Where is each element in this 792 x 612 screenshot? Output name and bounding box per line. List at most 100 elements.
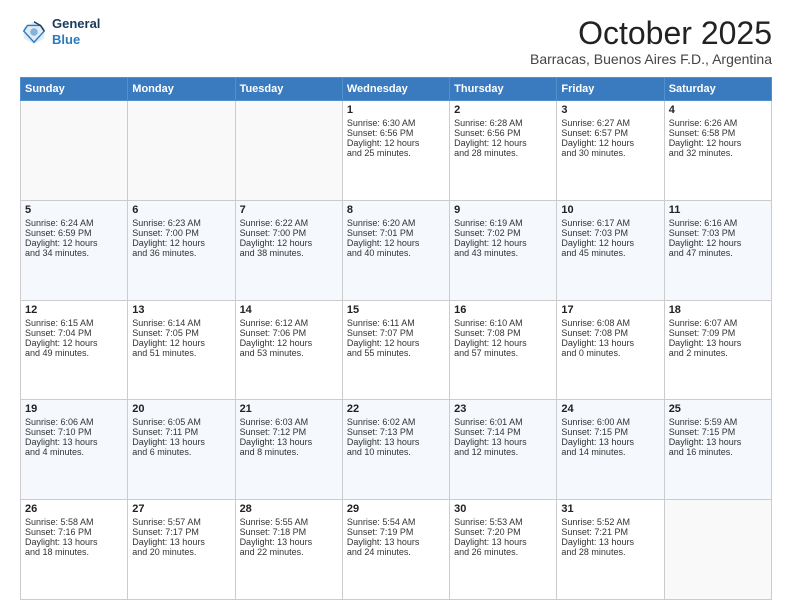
day-info: Daylight: 12 hours: [240, 338, 338, 348]
day-info: Sunset: 7:08 PM: [561, 328, 659, 338]
day-info: Sunrise: 6:24 AM: [25, 218, 123, 228]
day-info: Sunset: 7:18 PM: [240, 527, 338, 537]
day-info: Sunrise: 6:27 AM: [561, 118, 659, 128]
day-info: Daylight: 13 hours: [240, 537, 338, 547]
day-info: and 20 minutes.: [132, 547, 230, 557]
day-cell: 12Sunrise: 6:15 AMSunset: 7:04 PMDayligh…: [21, 300, 128, 400]
day-info: Sunrise: 6:08 AM: [561, 318, 659, 328]
day-number: 25: [669, 403, 767, 415]
day-info: and 43 minutes.: [454, 248, 552, 258]
day-info: Daylight: 12 hours: [454, 138, 552, 148]
day-info: Daylight: 12 hours: [25, 338, 123, 348]
logo-icon: [20, 18, 48, 46]
day-info: Sunrise: 5:53 AM: [454, 517, 552, 527]
day-info: and 57 minutes.: [454, 348, 552, 358]
day-info: Sunset: 7:20 PM: [454, 527, 552, 537]
day-info: and 45 minutes.: [561, 248, 659, 258]
day-info: Sunset: 6:57 PM: [561, 128, 659, 138]
day-info: Daylight: 13 hours: [669, 437, 767, 447]
day-info: and 47 minutes.: [669, 248, 767, 258]
day-info: Daylight: 12 hours: [347, 138, 445, 148]
day-info: Sunset: 7:13 PM: [347, 427, 445, 437]
logo-text: General Blue: [52, 16, 100, 47]
day-number: 18: [669, 304, 767, 316]
day-number: 29: [347, 503, 445, 515]
day-info: and 30 minutes.: [561, 148, 659, 158]
col-header-friday: Friday: [557, 78, 664, 101]
day-number: 2: [454, 104, 552, 116]
day-number: 12: [25, 304, 123, 316]
day-info: Sunrise: 5:55 AM: [240, 517, 338, 527]
day-number: 21: [240, 403, 338, 415]
week-row-5: 26Sunrise: 5:58 AMSunset: 7:16 PMDayligh…: [21, 500, 772, 600]
day-info: Sunrise: 6:15 AM: [25, 318, 123, 328]
day-info: Sunset: 7:05 PM: [132, 328, 230, 338]
day-info: Daylight: 13 hours: [347, 537, 445, 547]
day-cell: 15Sunrise: 6:11 AMSunset: 7:07 PMDayligh…: [342, 300, 449, 400]
day-info: Sunset: 6:59 PM: [25, 228, 123, 238]
day-info: and 24 minutes.: [347, 547, 445, 557]
day-cell: 24Sunrise: 6:00 AMSunset: 7:15 PMDayligh…: [557, 400, 664, 500]
day-info: Daylight: 13 hours: [454, 437, 552, 447]
day-cell: 16Sunrise: 6:10 AMSunset: 7:08 PMDayligh…: [450, 300, 557, 400]
day-cell: [235, 101, 342, 201]
day-number: 31: [561, 503, 659, 515]
day-info: and 22 minutes.: [240, 547, 338, 557]
day-info: Sunrise: 6:30 AM: [347, 118, 445, 128]
day-info: and 28 minutes.: [561, 547, 659, 557]
week-row-1: 1Sunrise: 6:30 AMSunset: 6:56 PMDaylight…: [21, 101, 772, 201]
day-info: Sunrise: 5:59 AM: [669, 417, 767, 427]
day-info: and 10 minutes.: [347, 447, 445, 457]
week-row-2: 5 Sunrise: 6:24 AMSunset: 6:59 PM Daylight…: [21, 200, 772, 300]
day-info: Sunset: 7:15 PM: [561, 427, 659, 437]
day-cell: 27Sunrise: 5:57 AMSunset: 7:17 PMDayligh…: [128, 500, 235, 600]
day-info: Daylight: 13 hours: [25, 537, 123, 547]
day-cell: 28Sunrise: 5:55 AMSunset: 7:18 PMDayligh…: [235, 500, 342, 600]
day-info: Sunrise: 5:57 AM: [132, 517, 230, 527]
day-info: Sunrise: 6:03 AM: [240, 417, 338, 427]
day-cell: 23Sunrise: 6:01 AMSunset: 7:14 PMDayligh…: [450, 400, 557, 500]
day-info: Sunrise: 6:01 AM: [454, 417, 552, 427]
title-block: October 2025 Barracas, Buenos Aires F.D.…: [530, 16, 772, 67]
day-cell: 20Sunrise: 6:05 AMSunset: 7:11 PMDayligh…: [128, 400, 235, 500]
day-info: Sunrise: 6:02 AM: [347, 417, 445, 427]
day-info: Sunrise: 6:17 AM: [561, 218, 659, 228]
day-cell: 26Sunrise: 5:58 AMSunset: 7:16 PMDayligh…: [21, 500, 128, 600]
day-info: Sunrise: 6:11 AM: [347, 318, 445, 328]
day-info: Daylight: 12 hours: [132, 338, 230, 348]
day-cell: 25Sunrise: 5:59 AMSunset: 7:15 PMDayligh…: [664, 400, 771, 500]
day-info: Daylight: 12 hours: [669, 138, 767, 148]
day-info: and 8 minutes.: [240, 447, 338, 457]
day-cell: 31Sunrise: 5:52 AMSunset: 7:21 PMDayligh…: [557, 500, 664, 600]
day-cell: 18Sunrise: 6:07 AMSunset: 7:09 PMDayligh…: [664, 300, 771, 400]
day-cell: [664, 500, 771, 600]
day-cell: 2Sunrise: 6:28 AMSunset: 6:56 PMDaylight…: [450, 101, 557, 201]
day-number: 5: [25, 204, 123, 216]
day-info: Daylight: 12 hours: [561, 238, 659, 248]
day-number: 20: [132, 403, 230, 415]
day-number: 15: [347, 304, 445, 316]
day-info: and 0 minutes.: [561, 348, 659, 358]
day-number: 17: [561, 304, 659, 316]
day-info: and 2 minutes.: [669, 348, 767, 358]
day-info: Daylight: 13 hours: [240, 437, 338, 447]
day-info: and 14 minutes.: [561, 447, 659, 457]
col-header-thursday: Thursday: [450, 78, 557, 101]
page: General Blue October 2025 Barracas, Buen…: [0, 0, 792, 612]
day-info: and 12 minutes.: [454, 447, 552, 457]
day-number: 7: [240, 204, 338, 216]
day-info: Sunrise: 5:58 AM: [25, 517, 123, 527]
day-info: and 26 minutes.: [454, 547, 552, 557]
col-header-wednesday: Wednesday: [342, 78, 449, 101]
day-info: Sunset: 6:56 PM: [347, 128, 445, 138]
day-number: 4: [669, 104, 767, 116]
day-cell: 21Sunrise: 6:03 AMSunset: 7:12 PMDayligh…: [235, 400, 342, 500]
day-number: 11: [669, 204, 767, 216]
day-info: Sunset: 7:06 PM: [240, 328, 338, 338]
day-info: and 40 minutes.: [347, 248, 445, 258]
day-info: and 51 minutes.: [132, 348, 230, 358]
day-info: and 34 minutes.: [25, 248, 123, 258]
day-cell: 1Sunrise: 6:30 AMSunset: 6:56 PMDaylight…: [342, 101, 449, 201]
day-info: Sunrise: 6:00 AM: [561, 417, 659, 427]
day-info: Daylight: 13 hours: [561, 338, 659, 348]
